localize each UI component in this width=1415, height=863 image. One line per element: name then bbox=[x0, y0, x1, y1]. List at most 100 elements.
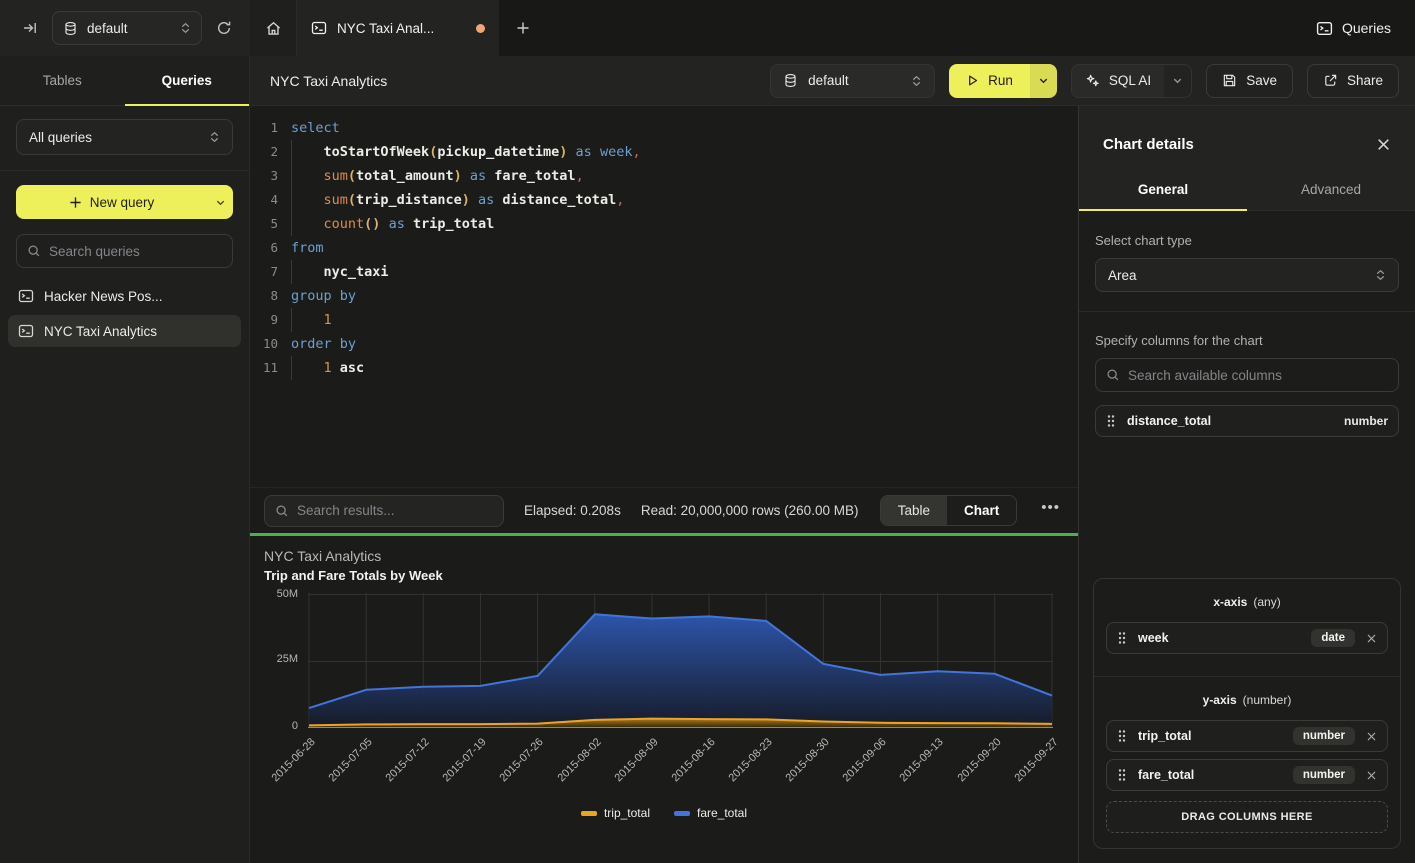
new-query-dropdown[interactable] bbox=[207, 185, 233, 219]
drag-handle-icon[interactable] bbox=[1117, 631, 1127, 645]
new-query-button[interactable]: New query bbox=[16, 185, 233, 219]
code-token bbox=[380, 216, 388, 232]
y-axis-hint: (number) bbox=[1243, 693, 1292, 707]
saved-query-item[interactable]: NYC Taxi Analytics bbox=[8, 315, 241, 347]
sql-ai-dropdown[interactable] bbox=[1164, 65, 1191, 97]
x-axis-section: x-axis(any) week date bbox=[1094, 579, 1400, 676]
drag-handle-icon[interactable] bbox=[1117, 768, 1127, 782]
run-options-dropdown[interactable] bbox=[1030, 64, 1057, 98]
line-number: 8 bbox=[250, 284, 278, 308]
query-tab-nyc-taxi[interactable]: NYC Taxi Anal... bbox=[297, 0, 499, 56]
axis-configuration: x-axis(any) week date bbox=[1093, 578, 1401, 849]
code-line[interactable]: 6from bbox=[250, 236, 1078, 260]
code-token: trip_distance bbox=[356, 192, 462, 208]
x-axis-label-text: 2015-08-02 bbox=[555, 736, 603, 784]
drag-handle-icon[interactable] bbox=[1106, 414, 1116, 428]
panel-tab-advanced-label: Advanced bbox=[1301, 182, 1361, 197]
sql-editor[interactable]: 1select2 toStartOfWeek(pickup_datetime) … bbox=[250, 106, 1078, 487]
column-type-badge: number bbox=[1293, 766, 1355, 784]
remove-column-button[interactable] bbox=[1366, 633, 1377, 644]
sidebar-tab-tables[interactable]: Tables bbox=[0, 56, 125, 105]
drag-columns-dropzone[interactable]: DRAG COLUMNS HERE bbox=[1106, 801, 1388, 833]
code-line[interactable]: 2 toStartOfWeek(pickup_datetime) as week… bbox=[250, 140, 1078, 164]
query-filter-value: All queries bbox=[29, 130, 92, 145]
code-line[interactable]: 3 sum(total_amount) as fare_total, bbox=[250, 164, 1078, 188]
x-axis-column-week[interactable]: week date bbox=[1106, 622, 1388, 654]
code-line[interactable]: 8group by bbox=[250, 284, 1078, 308]
content: 1select2 toStartOfWeek(pickup_datetime) … bbox=[250, 106, 1415, 863]
topbar-database-select[interactable]: default bbox=[52, 11, 202, 45]
share-button[interactable]: Share bbox=[1307, 64, 1399, 98]
sidebar-divider bbox=[0, 170, 249, 171]
collapse-sidebar-icon bbox=[22, 20, 38, 36]
code-token: ( bbox=[348, 192, 356, 208]
close-panel-button[interactable] bbox=[1376, 137, 1391, 152]
remove-column-button[interactable] bbox=[1366, 731, 1377, 742]
run-button[interactable]: Run bbox=[949, 64, 1057, 98]
column-name: fare_total bbox=[1138, 768, 1194, 782]
remove-column-button[interactable] bbox=[1366, 770, 1377, 781]
query-filter-select[interactable]: All queries bbox=[16, 119, 233, 155]
code-token: as bbox=[478, 192, 494, 208]
x-axis-label-text: 2015-06-28 bbox=[269, 736, 317, 784]
code-text: 1 bbox=[278, 308, 332, 332]
save-button[interactable]: Save bbox=[1206, 64, 1293, 98]
code-token bbox=[405, 216, 413, 232]
new-query-main[interactable]: New query bbox=[16, 185, 207, 219]
main-area: 1select2 toStartOfWeek(pickup_datetime) … bbox=[250, 106, 1078, 863]
drag-handle-icon[interactable] bbox=[1117, 729, 1127, 743]
query-tab-label: NYC Taxi Anal... bbox=[337, 21, 434, 36]
query-search-input[interactable] bbox=[49, 244, 222, 259]
code-line[interactable]: 9 1 bbox=[250, 308, 1078, 332]
code-line[interactable]: 1select bbox=[250, 116, 1078, 140]
panel-tab-advanced[interactable]: Advanced bbox=[1247, 171, 1415, 210]
y-axis-column-fare-total[interactable]: fare_total number bbox=[1106, 759, 1388, 791]
columns-search-input[interactable] bbox=[1128, 368, 1388, 383]
area-chart-svg[interactable] bbox=[308, 593, 1053, 728]
code-token: distance_total bbox=[502, 192, 616, 208]
code-line[interactable]: 11 1 asc bbox=[250, 356, 1078, 380]
new-tab-button[interactable] bbox=[499, 0, 547, 56]
view-toggle-table[interactable]: Table bbox=[881, 496, 947, 525]
topbar-left: default bbox=[0, 0, 250, 56]
run-button-main[interactable]: Run bbox=[949, 64, 1030, 98]
home-tab[interactable] bbox=[250, 0, 297, 56]
right-column: NYC Taxi Analytics default bbox=[250, 56, 1415, 863]
sidebar-tab-queries-label: Queries bbox=[162, 73, 212, 88]
y-axis-tick: 25M bbox=[250, 653, 298, 665]
available-column-distance-total[interactable]: distance_total number bbox=[1095, 405, 1399, 437]
code-line[interactable]: 7 nyc_taxi bbox=[250, 260, 1078, 284]
code-line[interactable]: 4 sum(trip_distance) as distance_total, bbox=[250, 188, 1078, 212]
queries-menu-button[interactable]: Queries bbox=[1316, 0, 1415, 56]
x-axis-label-text: 2015-09-06 bbox=[841, 736, 889, 784]
panel-tab-general[interactable]: General bbox=[1079, 171, 1247, 210]
results-search-input[interactable] bbox=[297, 503, 493, 518]
code-text: group by bbox=[278, 284, 356, 308]
column-type-badge: number bbox=[1293, 727, 1355, 745]
refresh-button[interactable] bbox=[210, 14, 238, 42]
code-token: 1 bbox=[324, 312, 332, 328]
legend-item[interactable]: trip_total bbox=[581, 806, 650, 820]
sql-ai-button[interactable]: SQL AI bbox=[1071, 64, 1192, 98]
share-label: Share bbox=[1347, 73, 1383, 88]
database-icon bbox=[783, 73, 798, 88]
legend-item[interactable]: fare_total bbox=[674, 806, 747, 820]
x-axis-label-text: 2015-09-13 bbox=[898, 736, 946, 784]
code-token: pickup_datetime bbox=[437, 144, 559, 160]
view-toggle-chart[interactable]: Chart bbox=[947, 496, 1016, 525]
plus-icon bbox=[69, 196, 82, 209]
code-line[interactable]: 5 count() as trip_total bbox=[250, 212, 1078, 236]
play-icon bbox=[966, 74, 979, 87]
collapse-sidebar-button[interactable] bbox=[16, 14, 44, 42]
code-token: as bbox=[470, 168, 486, 184]
sql-ai-main[interactable]: SQL AI bbox=[1072, 65, 1164, 97]
code-token bbox=[291, 264, 324, 280]
saved-query-item[interactable]: Hacker News Pos... bbox=[8, 280, 241, 312]
code-line[interactable]: 10order by bbox=[250, 332, 1078, 356]
chart-type-select[interactable]: Area bbox=[1095, 258, 1399, 292]
results-more-button[interactable]: ••• bbox=[1037, 499, 1064, 523]
y-axis-column-trip-total[interactable]: trip_total number bbox=[1106, 720, 1388, 752]
legend-label: trip_total bbox=[604, 806, 650, 820]
editor-database-select[interactable]: default bbox=[770, 64, 935, 98]
sidebar-tab-queries[interactable]: Queries bbox=[125, 56, 250, 105]
